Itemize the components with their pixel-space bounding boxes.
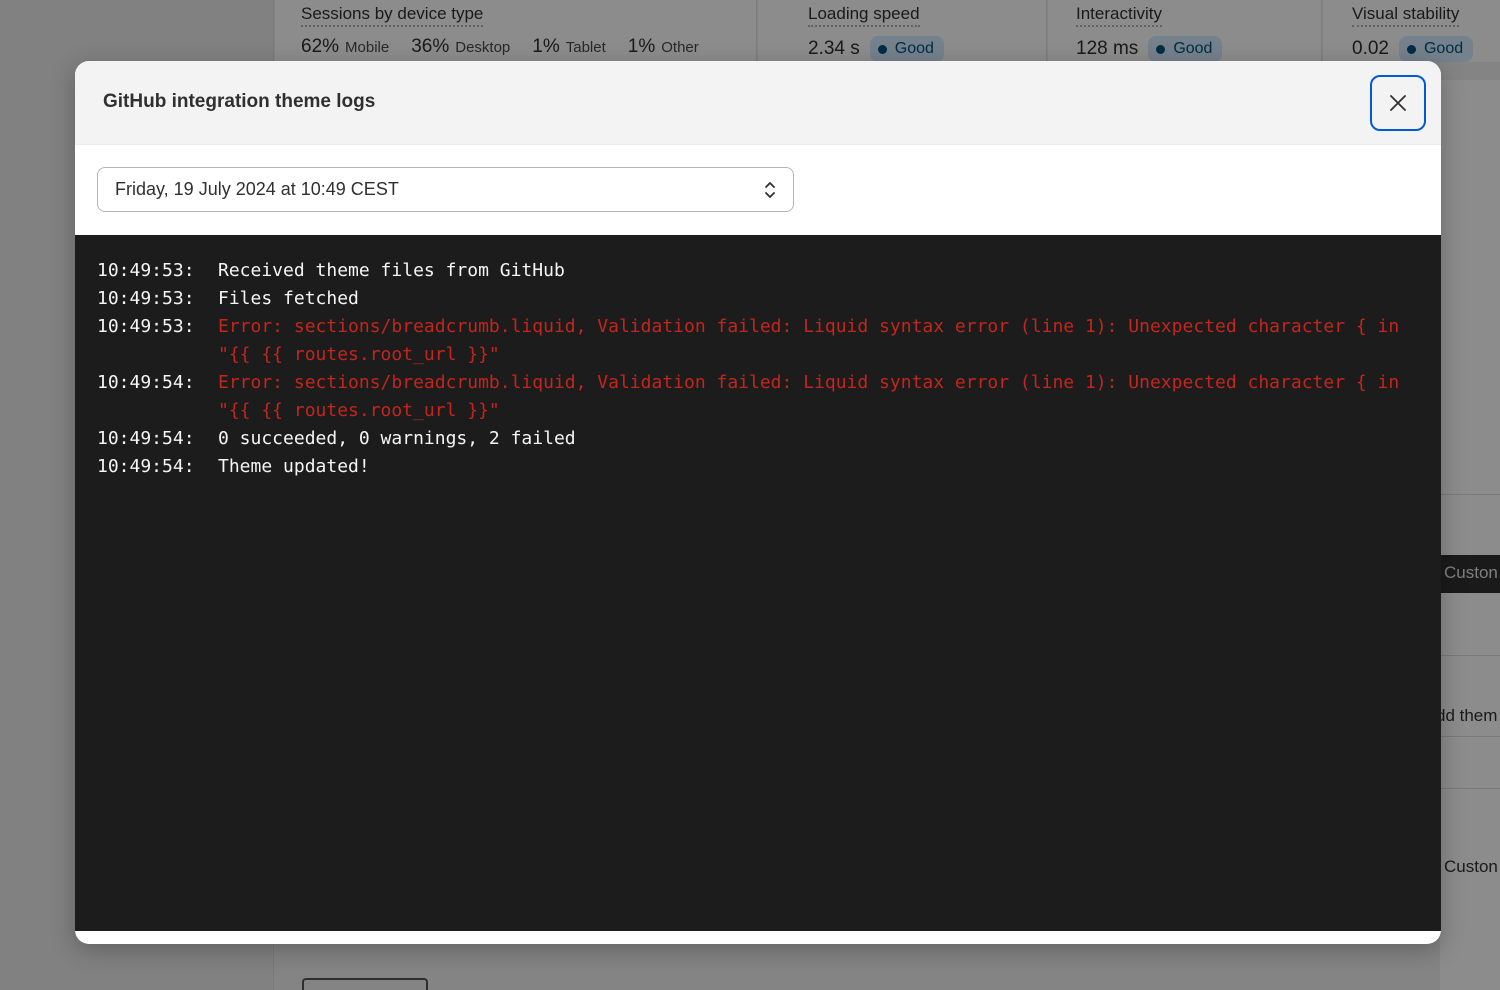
log-line: 10:49:54: Theme updated!	[97, 453, 1419, 481]
log-line: 10:49:53: Received theme files from GitH…	[97, 257, 1419, 285]
theme-logs-modal: GitHub integration theme logs Friday, 19…	[75, 61, 1441, 944]
log-timestamp: 10:49:54:	[97, 456, 195, 477]
log-message: Received theme files from GitHub	[218, 260, 565, 281]
log-date-select-value: Friday, 19 July 2024 at 10:49 CEST	[115, 179, 399, 199]
log-timestamp: 10:49:53:	[97, 288, 195, 309]
log-output: 10:49:53: Received theme files from GitH…	[75, 235, 1441, 931]
close-button[interactable]	[1370, 75, 1426, 131]
close-icon	[1390, 95, 1406, 111]
log-error-message: Error: sections/breadcrumb.liquid, Valid…	[218, 316, 1411, 365]
log-timestamp: 10:49:54:	[97, 372, 195, 393]
log-line-error: 10:49:54: Error: sections/breadcrumb.liq…	[97, 369, 1419, 425]
log-line: 10:49:53: Files fetched	[97, 285, 1419, 313]
log-line-error: 10:49:53: Error: sections/breadcrumb.liq…	[97, 313, 1419, 369]
select-chevrons-icon	[765, 182, 775, 198]
log-date-select[interactable]: Friday, 19 July 2024 at 10:49 CEST	[97, 167, 794, 212]
log-error-message: Error: sections/breadcrumb.liquid, Valid…	[218, 372, 1411, 421]
log-line: 10:49:54: 0 succeeded, 0 warnings, 2 fai…	[97, 425, 1419, 453]
log-message: 0 succeeded, 0 warnings, 2 failed	[218, 428, 576, 449]
modal-title: GitHub integration theme logs	[103, 91, 376, 112]
log-timestamp: 10:49:54:	[97, 428, 195, 449]
log-message: Theme updated!	[218, 456, 370, 477]
log-timestamp: 10:49:53:	[97, 260, 195, 281]
modal-header: GitHub integration theme logs	[75, 61, 1441, 145]
log-timestamp: 10:49:53:	[97, 316, 195, 337]
log-message: Files fetched	[218, 288, 359, 309]
